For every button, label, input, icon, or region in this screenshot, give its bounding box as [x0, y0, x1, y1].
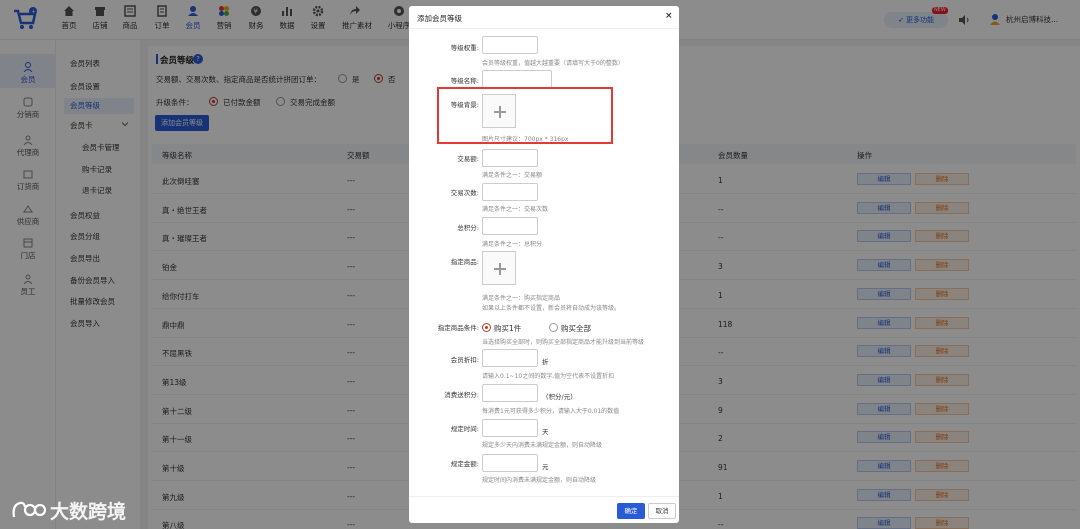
- consume-points-label: 消费送积分:: [444, 391, 479, 399]
- radio-buy-all[interactable]: [549, 323, 558, 332]
- goods-condition-label: 指定商品条件:: [437, 324, 479, 332]
- highlight-box: [437, 87, 613, 144]
- limit-amount-input[interactable]: [482, 454, 538, 472]
- discount-unit: 折: [542, 358, 549, 366]
- radio-buy-one-label: 购买1件: [494, 324, 522, 333]
- discount-input[interactable]: [482, 349, 538, 367]
- times-hint: 满足条件之一：交易次数: [482, 206, 549, 213]
- consume-points-input[interactable]: [482, 384, 538, 402]
- close-icon[interactable]: ×: [665, 11, 673, 21]
- period-unit: 天: [542, 428, 549, 436]
- goods-hint-2: 如果以上条件都不设置，新会员将自动成为该等级。: [482, 305, 621, 312]
- weight-input[interactable]: [482, 36, 538, 54]
- modal-divider: [409, 28, 679, 29]
- limit-amount-unit: 元: [542, 463, 549, 471]
- discount-label: 会员折扣:: [450, 356, 479, 364]
- amount-input[interactable]: [482, 149, 538, 167]
- name-input[interactable]: [482, 70, 552, 88]
- period-label: 规定时间:: [450, 425, 479, 433]
- amount-label: 交易额:: [457, 155, 479, 163]
- discount-hint: 请输入0.1~10之间的数字,值为空代表不设置折扣: [482, 373, 615, 380]
- points-input[interactable]: [482, 217, 538, 235]
- period-input[interactable]: [482, 419, 538, 437]
- cancel-button[interactable]: 取消: [648, 503, 676, 519]
- weight-hint: 会员等级权重，值越大越重要（请填写大于0的整数）: [482, 60, 624, 67]
- consume-points-hint: 每消费1元可获得多少积分，请输入大于0.01的数值: [482, 408, 620, 415]
- limit-amount-label: 规定金额:: [450, 460, 479, 468]
- name-label: 等级名称:: [450, 77, 479, 85]
- limit-amount-hint: 规定时间内消费未满规定金额，则自动降级: [482, 477, 597, 484]
- points-hint: 满足条件之一：总积分: [482, 241, 543, 248]
- modal-title: 添加会员等级: [417, 14, 462, 23]
- points-label: 总积分:: [457, 224, 479, 232]
- goods-condition-hint: 当选择购买全部时，则购买全部指定商品才能升级到当前等级: [482, 339, 645, 346]
- radio-buy-one[interactable]: [482, 323, 491, 332]
- consume-points-unit: （积分/元）: [542, 393, 577, 401]
- times-label: 交易次数:: [450, 189, 479, 197]
- watermark-logo: [12, 501, 46, 518]
- weight-label: 等级权重:: [450, 44, 479, 52]
- confirm-button[interactable]: 确定: [617, 503, 645, 519]
- goods-hint-1: 满足条件之一：购买指定商品: [482, 295, 561, 302]
- watermark-text: 大数跨境: [50, 501, 127, 523]
- goods-upload[interactable]: [482, 251, 516, 285]
- amount-hint: 满足条件之一：交易额: [482, 172, 543, 179]
- times-input[interactable]: [482, 183, 538, 201]
- radio-buy-all-label: 购买全部: [561, 324, 591, 333]
- period-hint: 规定多少天内消费未满规定金额，则自动降级: [482, 442, 603, 449]
- add-level-modal: 添加会员等级 × 等级权重: 会员等级权重，值越大越重要（请填写大于0的整数） …: [409, 6, 679, 523]
- modal-footer-divider: [409, 496, 679, 497]
- goods-label: 指定商品:: [450, 258, 479, 266]
